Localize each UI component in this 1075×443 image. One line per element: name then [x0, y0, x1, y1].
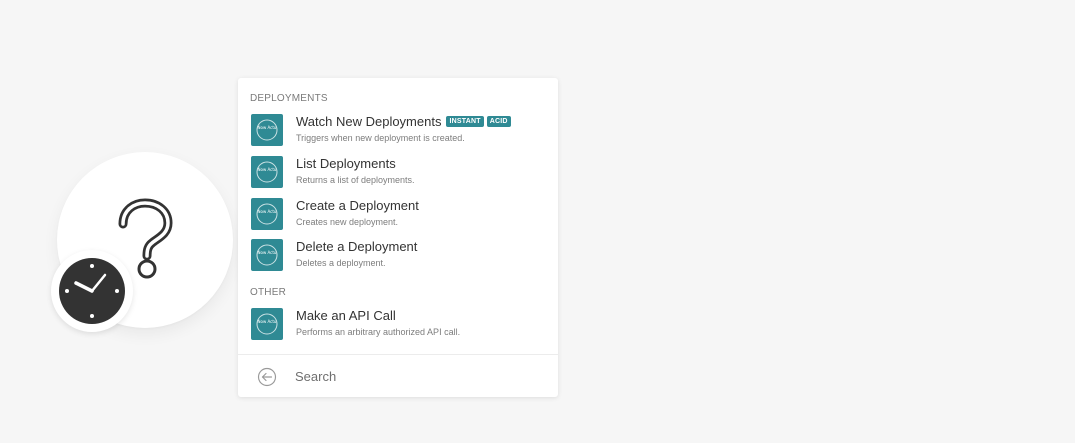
acid-badge: ACID	[486, 116, 511, 127]
clock-icon	[59, 258, 125, 324]
action-item-title: Create a Deployment	[296, 198, 419, 213]
search-label: Search	[295, 369, 337, 384]
app-icon-text: Now Actu	[258, 209, 277, 214]
action-item-watch-new-deployments[interactable]: Now Actu Watch New Deployments INSTANT A…	[238, 113, 558, 153]
app-icon: Now Actu	[251, 156, 283, 188]
instant-badge: INSTANT	[446, 116, 484, 127]
app-icon-text: Now Actu	[258, 167, 277, 172]
section-header-deployments: DEPLOYMENTS	[250, 93, 328, 104]
action-item-description: Performs an arbitrary authorized API cal…	[296, 327, 461, 337]
action-item-title: Make an API Call	[296, 308, 396, 323]
arrow-left-circle-icon[interactable]	[257, 367, 277, 387]
app-icon-text: Now Actu	[258, 125, 277, 130]
action-item-list-deployments[interactable]: Now Actu List Deployments Returns a list…	[238, 155, 558, 195]
app-icon: Now Actu	[251, 198, 283, 230]
action-item-title: Watch New Deployments INSTANT ACID	[296, 114, 511, 129]
action-picker-panel: DEPLOYMENTS Now Actu Watch New Deploymen…	[238, 78, 558, 397]
action-item-description: Triggers when new deployment is created.	[296, 133, 465, 143]
app-icon-text: Now Actu	[258, 250, 277, 255]
action-item-description: Deletes a deployment.	[296, 258, 386, 268]
app-icon: Now Actu	[251, 114, 283, 146]
action-item-create-deployment[interactable]: Now Actu Create a Deployment Creates new…	[238, 197, 558, 237]
canvas: DEPLOYMENTS Now Actu Watch New Deploymen…	[0, 0, 1075, 443]
app-icon: Now Actu	[251, 308, 283, 340]
app-icon-text: Now Actu	[258, 319, 277, 324]
search-back-button[interactable]: Search	[238, 355, 558, 397]
action-item-title: List Deployments	[296, 156, 396, 171]
action-item-title-text: Watch New Deployments	[296, 114, 442, 129]
action-item-delete-deployment[interactable]: Now Actu Delete a Deployment Deletes a d…	[238, 238, 558, 278]
section-header-other: OTHER	[250, 287, 286, 298]
action-item-description: Returns a list of deployments.	[296, 175, 415, 185]
action-item-make-api-call[interactable]: Now Actu Make an API Call Performs an ar…	[238, 307, 558, 347]
action-item-description: Creates new deployment.	[296, 217, 399, 227]
app-icon: Now Actu	[251, 239, 283, 271]
action-item-title: Delete a Deployment	[296, 239, 418, 254]
